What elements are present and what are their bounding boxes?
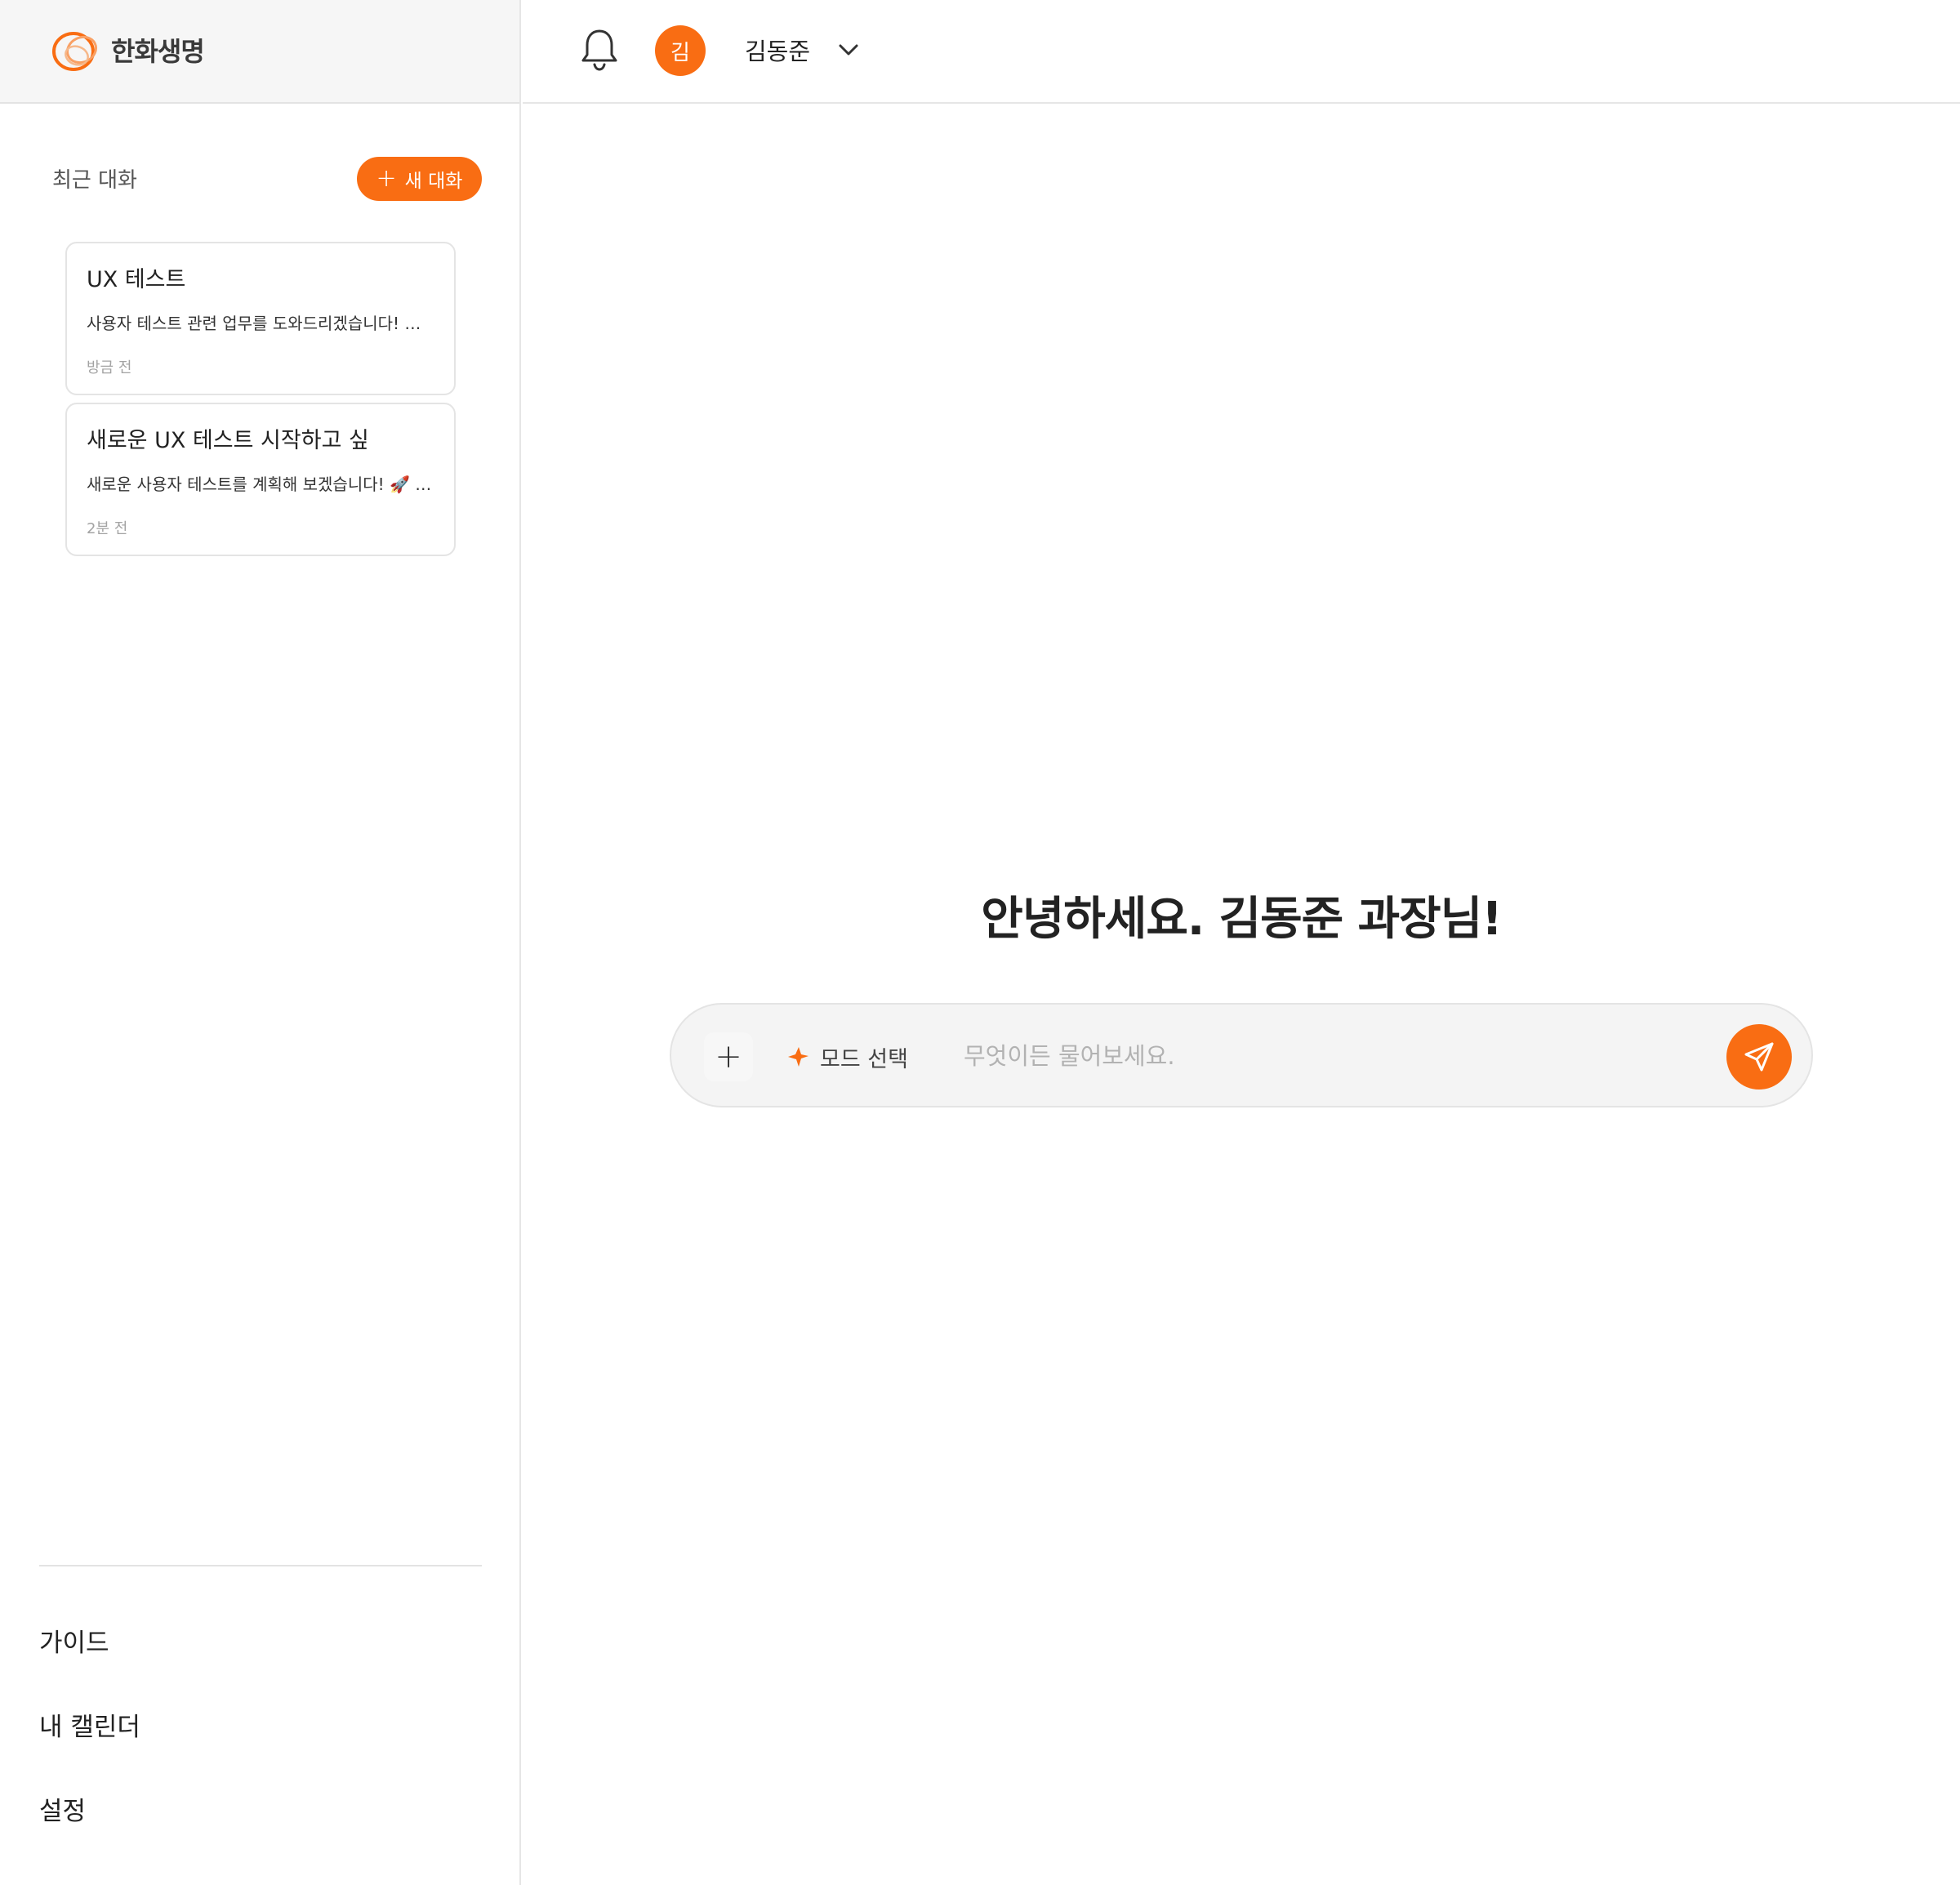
brand-logo-icon xyxy=(52,32,98,71)
send-button[interactable] xyxy=(1726,1024,1792,1090)
sidebar: 한화생명 최근 대화 + 새 대화 UX 테스트 사용자 테스트 관련 업무를 … xyxy=(0,0,521,1885)
sidebar-item-guide[interactable]: 가이드 xyxy=(39,1622,109,1659)
bell-icon[interactable] xyxy=(578,26,621,72)
mode-select-label: 모드 선택 xyxy=(820,1046,908,1072)
logo-bar: 한화생명 xyxy=(0,0,519,104)
sidebar-divider xyxy=(39,1565,482,1566)
conversation-preview: 새로운 사용자 테스트를 계획해 보겠습니다! 🚀 … xyxy=(87,475,432,494)
top-header: 김 김동준 xyxy=(523,0,1960,104)
conversation-title: UX 테스트 xyxy=(87,267,186,292)
avatar[interactable]: 김 xyxy=(655,25,706,76)
mode-select-button[interactable]: 모드 선택 xyxy=(786,1037,908,1076)
chat-composer: + 모드 선택 xyxy=(670,1003,1813,1107)
conversation-preview: 사용자 테스트 관련 업무를 도와드리겠습니다! … xyxy=(87,314,421,333)
sidebar-item-calendar[interactable]: 내 캘린더 xyxy=(39,1706,140,1743)
greeting-heading: 안녕하세요. 김동준 과장님! xyxy=(981,893,1503,946)
new-chat-label: 새 대화 xyxy=(404,171,463,192)
new-chat-button[interactable]: + 새 대화 xyxy=(357,157,482,201)
conversation-time: 2분 전 xyxy=(87,520,128,537)
conversation-title: 새로운 UX 테스트 시작하고 싶 xyxy=(87,428,369,453)
chevron-down-icon[interactable] xyxy=(836,39,861,60)
sparkle-icon xyxy=(788,1047,808,1067)
send-icon xyxy=(1744,1042,1774,1072)
conversation-card[interactable]: 새로운 UX 테스트 시작하고 싶 새로운 사용자 테스트를 계획해 보겠습니다… xyxy=(65,403,456,556)
brand-name: 한화생명 xyxy=(111,36,205,67)
message-input[interactable] xyxy=(964,1029,1699,1083)
plus-icon: + xyxy=(376,164,397,193)
plus-icon[interactable]: + xyxy=(704,1032,753,1081)
recent-conversations-label: 최근 대화 xyxy=(52,168,137,193)
sidebar-item-settings[interactable]: 설정 xyxy=(39,1790,86,1827)
conversation-card[interactable]: UX 테스트 사용자 테스트 관련 업무를 도와드리겠습니다! … 방금 전 xyxy=(65,242,456,395)
user-name[interactable]: 김동준 xyxy=(745,33,810,67)
conversation-time: 방금 전 xyxy=(87,359,132,377)
